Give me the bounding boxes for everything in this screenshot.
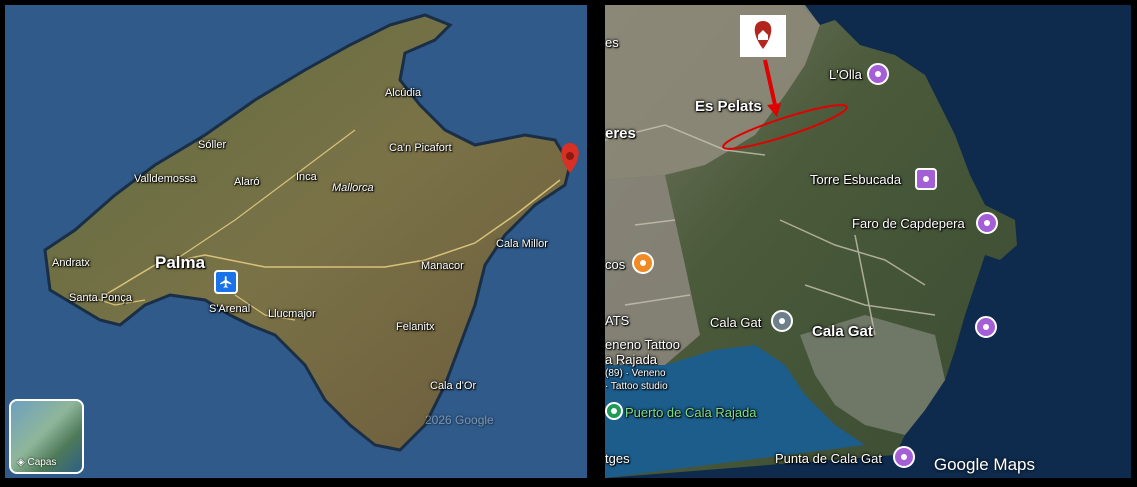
place-label-santa-ponca[interactable]: Santa Ponça bbox=[69, 292, 132, 304]
mallorca-overview-map[interactable]: Alcúdia Sóller Ca'n Picafort Valldemossa… bbox=[5, 5, 587, 478]
poi-label-faro-capdepera[interactable]: Faro de Capdepera bbox=[852, 216, 965, 231]
camera-poi-icon[interactable] bbox=[893, 446, 915, 468]
ferry-icon[interactable] bbox=[605, 402, 623, 420]
google-maps-logo: Google Maps bbox=[933, 455, 1035, 474]
place-label-puerto[interactable]: Puerto de Cala Rajada bbox=[625, 405, 757, 420]
camera-poi-icon[interactable] bbox=[976, 212, 998, 234]
place-label-capicafort[interactable]: Ca'n Picafort bbox=[389, 142, 452, 154]
layers-button[interactable]: ◈ Capas bbox=[9, 399, 84, 474]
airport-icon[interactable] bbox=[214, 270, 238, 294]
place-label-cala-millor[interactable]: Cala Millor bbox=[496, 238, 548, 250]
region-label-mallorca: Mallorca bbox=[332, 182, 374, 194]
business-label-line2[interactable]: a Rajada bbox=[605, 352, 657, 367]
partial-label-cos: cos bbox=[605, 257, 626, 272]
poi-label-lolla[interactable]: L'Olla bbox=[829, 67, 862, 82]
home-marker-box bbox=[740, 15, 786, 57]
place-label-andratx[interactable]: Andratx bbox=[52, 257, 90, 269]
poi-label-punta-cala-gat[interactable]: Punta de Cala Gat bbox=[775, 451, 882, 466]
place-label-es-pelats[interactable]: Es Pelats bbox=[695, 98, 762, 115]
place-label-cala-dor[interactable]: Cala d'Or bbox=[430, 380, 476, 392]
place-label-felanitx[interactable]: Felanitx bbox=[396, 321, 435, 333]
place-label-alaro[interactable]: Alaró bbox=[234, 176, 260, 188]
map-watermark: 2026 Google bbox=[425, 413, 494, 427]
partial-label-ats: ATS bbox=[605, 313, 630, 328]
partial-label-eres: eres bbox=[605, 125, 636, 142]
business-label-line3: (89) · Veneno bbox=[605, 368, 666, 379]
place-label-inca[interactable]: Inca bbox=[296, 171, 317, 183]
place-label-palma[interactable]: Palma bbox=[155, 253, 205, 273]
camera-poi-icon[interactable] bbox=[867, 63, 889, 85]
poi-label-cala-gat[interactable]: Cala Gat bbox=[710, 315, 761, 330]
place-label-llucmajor[interactable]: Llucmajor bbox=[268, 308, 316, 320]
business-label-line1[interactable]: eneno Tattoo bbox=[605, 337, 680, 352]
layers-label: ◈ Capas bbox=[17, 457, 57, 468]
home-pin-icon bbox=[754, 21, 772, 49]
partial-label-tges: tges bbox=[605, 451, 630, 466]
place-label-alcudia[interactable]: Alcúdia bbox=[385, 87, 421, 99]
business-label-line4: · Tattoo studio bbox=[605, 381, 668, 392]
place-label-cala-gat[interactable]: Cala Gat bbox=[812, 323, 873, 340]
tower-poi-icon[interactable] bbox=[915, 168, 937, 190]
place-label-manacor[interactable]: Manacor bbox=[421, 260, 464, 272]
place-label-sarenal[interactable]: S'Arenal bbox=[209, 303, 250, 315]
camera-poi-icon[interactable] bbox=[975, 316, 997, 338]
restaurant-icon[interactable] bbox=[632, 252, 654, 274]
place-label-soller[interactable]: Sóller bbox=[198, 139, 226, 151]
partial-label-es: es bbox=[605, 35, 619, 50]
beach-poi-icon[interactable] bbox=[771, 310, 793, 332]
cala-ratjada-detail-map[interactable]: es L'Olla Es Pelats eres Torre Esbucada … bbox=[605, 5, 1131, 478]
poi-label-torre-esbucada[interactable]: Torre Esbucada bbox=[810, 172, 901, 187]
layers-icon: ◈ bbox=[17, 457, 25, 468]
place-label-valldemossa[interactable]: Valldemossa bbox=[134, 173, 196, 185]
